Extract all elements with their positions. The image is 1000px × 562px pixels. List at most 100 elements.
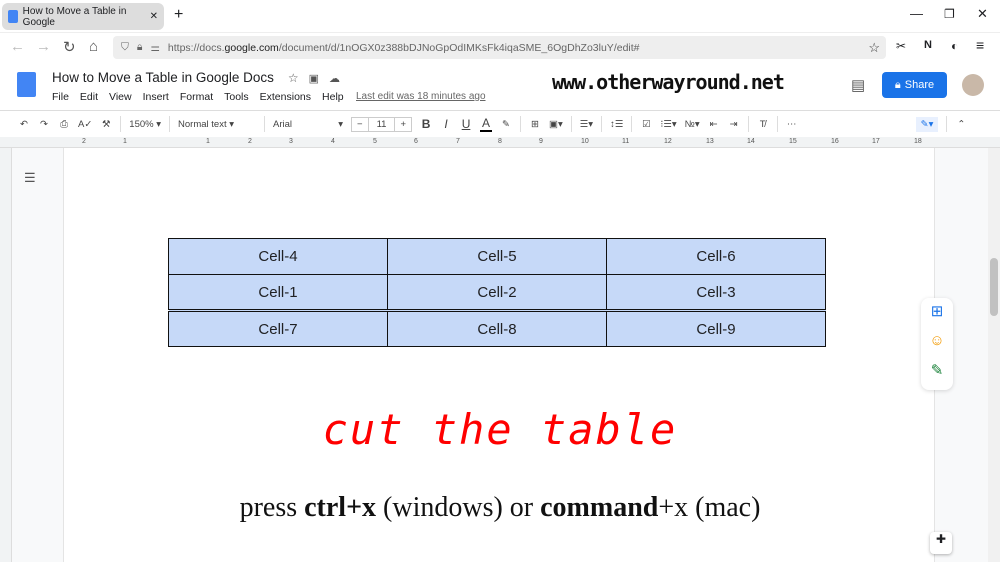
last-edit-link[interactable]: Last edit was 18 minutes ago [356, 91, 486, 102]
reload-button[interactable]: ↻ [63, 38, 76, 56]
font-select[interactable]: Arial ▾ [273, 119, 343, 130]
minimize-button[interactable]: — [910, 6, 923, 21]
home-button[interactable]: ⌂ [89, 38, 98, 55]
ruler-tick-label: 12 [664, 138, 672, 145]
new-tab-button[interactable]: + [174, 6, 183, 24]
extension-icon[interactable]: ✂ [896, 39, 906, 53]
handwritten-annotation: cut the table [322, 405, 678, 454]
undo-icon[interactable]: ↶ [18, 119, 30, 130]
increase-font-icon[interactable]: + [395, 118, 411, 131]
notion-extension-icon[interactable]: N [924, 39, 932, 51]
emoji-reaction-icon[interactable]: ☺ [925, 332, 949, 356]
table-row: Cell-4 Cell-5 Cell-6 [168, 238, 826, 275]
outline-icon[interactable]: ☰ [24, 170, 36, 186]
table-cell[interactable]: Cell-2 [387, 274, 607, 311]
extension-icon[interactable]: ◐ [951, 39, 958, 53]
table-cell[interactable]: Cell-1 [168, 274, 388, 311]
back-button[interactable]: ← [10, 38, 25, 55]
permissions-icon: ⚌ [150, 41, 160, 54]
paint-format-icon[interactable]: ⚒ [100, 119, 112, 130]
cloud-saved-icon[interactable]: ☁ [329, 73, 340, 85]
menu-edit[interactable]: Edit [80, 91, 98, 103]
scrollbar-thumb[interactable] [990, 258, 998, 316]
spellcheck-icon[interactable]: A✓ [78, 119, 92, 130]
ruler-tick-label: 5 [373, 138, 377, 145]
browser-tab[interactable]: How to Move a Table in Google ✕ [2, 3, 164, 30]
print-icon[interactable]: ⎙ [58, 119, 70, 130]
font-size-stepper[interactable]: −11 + [351, 116, 413, 132]
table-cell[interactable]: Cell-6 [606, 238, 826, 275]
instruction-text: press ctrl+x (windows) or command+x (mac… [239, 492, 761, 523]
bulleted-list-icon[interactable]: ⁝☰▾ [660, 119, 676, 130]
ruler-tick-label: 16 [831, 138, 839, 145]
docs-logo-icon[interactable] [17, 72, 36, 97]
bookmark-star-icon[interactable]: ☆ [868, 40, 880, 56]
numbered-list-icon[interactable]: №▾ [685, 119, 700, 130]
toolbar: ↶ ↷ ⎙ A✓ ⚒ 150% ▾ Normal text ▾ Arial ▾ −11 +… [0, 110, 1000, 137]
share-button[interactable]: 🔒︎ Share [882, 72, 947, 98]
table[interactable]: Cell-4 Cell-5 Cell-6 Cell-1 Cell-2 Cell-3 Ce… [168, 238, 826, 347]
address-bar[interactable]: ⛉ 🔒︎ ⚌ https://docs.google.com/document/d/1… [113, 36, 886, 59]
underline-icon[interactable]: U [460, 117, 472, 131]
table-cell[interactable]: Cell-9 [606, 310, 826, 347]
more-icon[interactable]: ⋯ [786, 119, 798, 130]
comments-icon[interactable]: ▤ [851, 76, 865, 94]
ruler-tick-label: 10 [581, 138, 589, 145]
redo-icon[interactable]: ↷ [38, 119, 50, 130]
decrease-font-icon[interactable]: − [352, 118, 368, 131]
ruler-tick-label: 17 [872, 138, 880, 145]
avatar[interactable] [962, 74, 984, 96]
italic-icon[interactable]: I [440, 117, 452, 131]
table-cell[interactable]: Cell-7 [168, 310, 388, 347]
ruler-tick-label: 7 [456, 138, 460, 145]
menu-help[interactable]: Help [322, 91, 344, 103]
menu-bar: File Edit View Insert Format Tools Extensions H… [52, 91, 344, 103]
star-icon[interactable]: ☆ [288, 71, 299, 85]
suggest-edits-icon[interactable]: ✎ [925, 361, 949, 385]
editing-mode-icon[interactable]: ✎▾ [915, 116, 939, 132]
explore-icon[interactable]: ✚ [930, 532, 952, 554]
ruler-tick-label: 6 [414, 138, 418, 145]
menu-insert[interactable]: Insert [143, 91, 169, 103]
line-spacing-icon[interactable]: ↕☰ [610, 119, 623, 130]
bold-icon[interactable]: B [420, 117, 432, 131]
close-window-button[interactable]: ✕ [977, 6, 988, 22]
style-select[interactable]: Normal text ▾ [178, 119, 256, 130]
table-cell[interactable]: Cell-4 [168, 238, 388, 275]
move-folder-icon[interactable]: ▣ [309, 73, 319, 85]
forward-button[interactable]: → [36, 38, 51, 55]
checklist-icon[interactable]: ☑ [640, 119, 652, 130]
horizontal-ruler[interactable]: 2 1 1 2 3 4 5 6 7 8 9 10 11 12 13 14 15 16 17 18 [0, 137, 1000, 148]
ruler-tick-label: 1 [123, 138, 127, 145]
ruler-tick-label: 3 [289, 138, 293, 145]
menu-extensions[interactable]: Extensions [260, 91, 311, 103]
ruler-tick-label: 4 [331, 138, 335, 145]
menu-tools[interactable]: Tools [224, 91, 249, 103]
highlight-icon[interactable]: ✎ [500, 119, 512, 130]
add-comment-icon[interactable]: ⊞ [925, 302, 949, 326]
table-cell[interactable]: Cell-8 [387, 310, 607, 347]
increase-indent-icon[interactable]: ⇥ [728, 119, 740, 130]
align-icon[interactable]: ☰▾ [580, 119, 593, 130]
menu-format[interactable]: Format [180, 91, 213, 103]
zoom-select[interactable]: 150% ▾ [129, 119, 161, 130]
table-cell[interactable]: Cell-5 [387, 238, 607, 275]
clear-formatting-icon[interactable]: T̸ [757, 119, 769, 130]
insert-link-icon[interactable]: ⊞ [529, 119, 541, 130]
ruler-tick-label: 2 [82, 138, 86, 145]
collapse-icon[interactable]: ⌃ [955, 119, 967, 130]
document-title[interactable]: How to Move a Table in Google Docs [52, 70, 274, 85]
ruler-tick-label: 1 [206, 138, 210, 145]
scrollbar[interactable] [988, 148, 1000, 562]
ruler-tick-label: 11 [622, 138, 630, 145]
text-color-icon[interactable]: A [480, 116, 493, 132]
ruler-tick-label: 2 [248, 138, 252, 145]
menu-file[interactable]: File [52, 91, 69, 103]
close-tab-icon[interactable]: ✕ [150, 11, 158, 22]
decrease-indent-icon[interactable]: ⇤ [708, 119, 720, 130]
menu-view[interactable]: View [109, 91, 132, 103]
restore-button[interactable]: ❐ [944, 7, 955, 21]
browser-menu-icon[interactable]: ≡ [976, 37, 984, 53]
table-cell[interactable]: Cell-3 [606, 274, 826, 311]
insert-image-icon[interactable]: ▣▾ [549, 119, 563, 130]
